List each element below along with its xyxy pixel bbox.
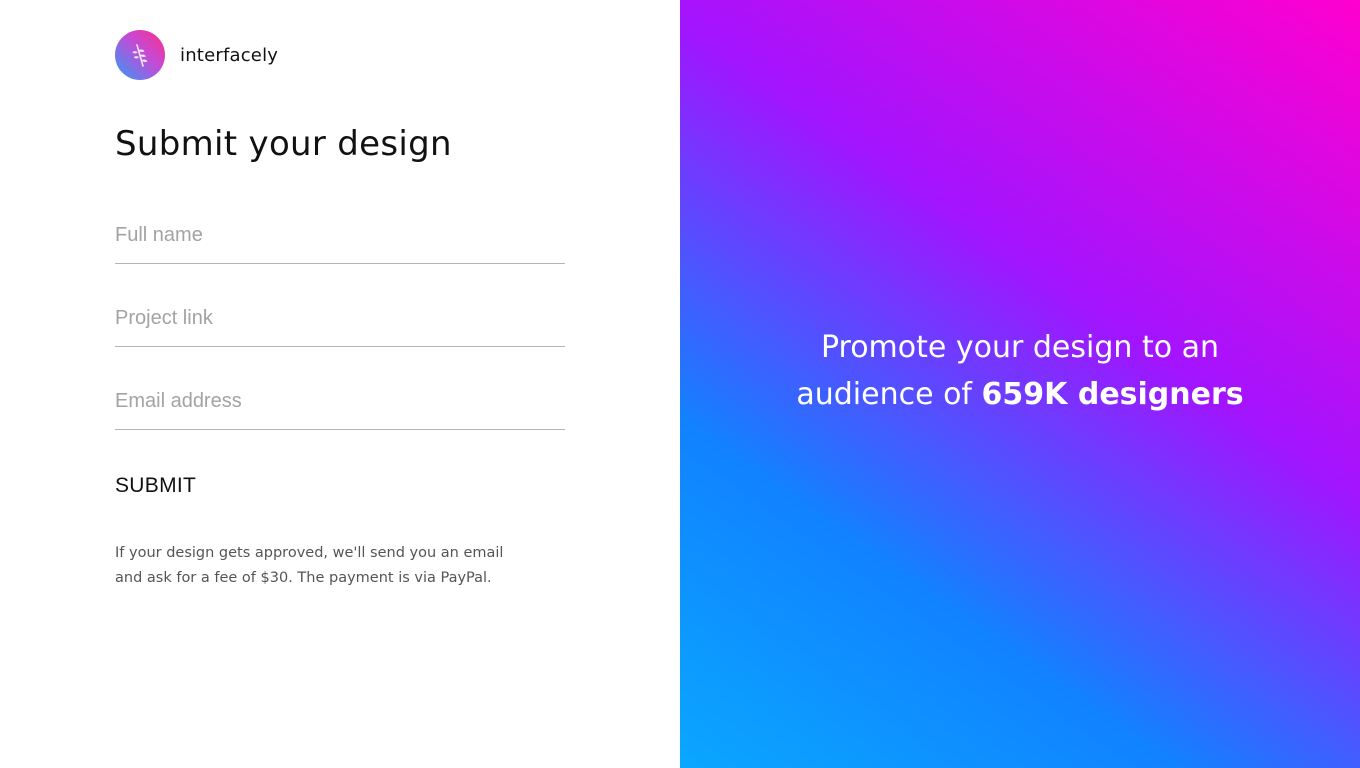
logo [115, 30, 165, 80]
promo-line2-prefix: audience of [796, 377, 982, 412]
project-link-field-wrapper [115, 303, 565, 347]
submit-button[interactable]: SUBMIT [115, 474, 196, 498]
promo-panel: Promote your design to an audience of 65… [680, 0, 1360, 768]
email-field[interactable] [115, 386, 565, 416]
email-field-wrapper [115, 386, 565, 430]
approval-note: If your design gets approved, we'll send… [115, 541, 555, 591]
promo-line1: Promote your design to an [820, 330, 1219, 365]
full-name-field[interactable] [115, 220, 565, 250]
brand[interactable]: interfacely [115, 30, 278, 80]
form-panel: interfacely Submit your design SUBMIT If… [0, 0, 680, 768]
wheat-icon [132, 44, 148, 67]
promo-text: Promote your design to an audience of 65… [796, 324, 1243, 418]
project-link-field[interactable] [115, 303, 565, 333]
page: interfacely Submit your design SUBMIT If… [0, 0, 1360, 768]
full-name-field-wrapper [115, 220, 565, 264]
page-title: Submit your design [115, 124, 452, 164]
brand-name: interfacely [180, 44, 279, 66]
approval-note-line2: and ask for a fee of $30. The payment is… [115, 570, 492, 586]
promo-highlight: 659K designers [981, 377, 1244, 412]
approval-note-line1: If your design gets approved, we'll send… [115, 545, 504, 561]
